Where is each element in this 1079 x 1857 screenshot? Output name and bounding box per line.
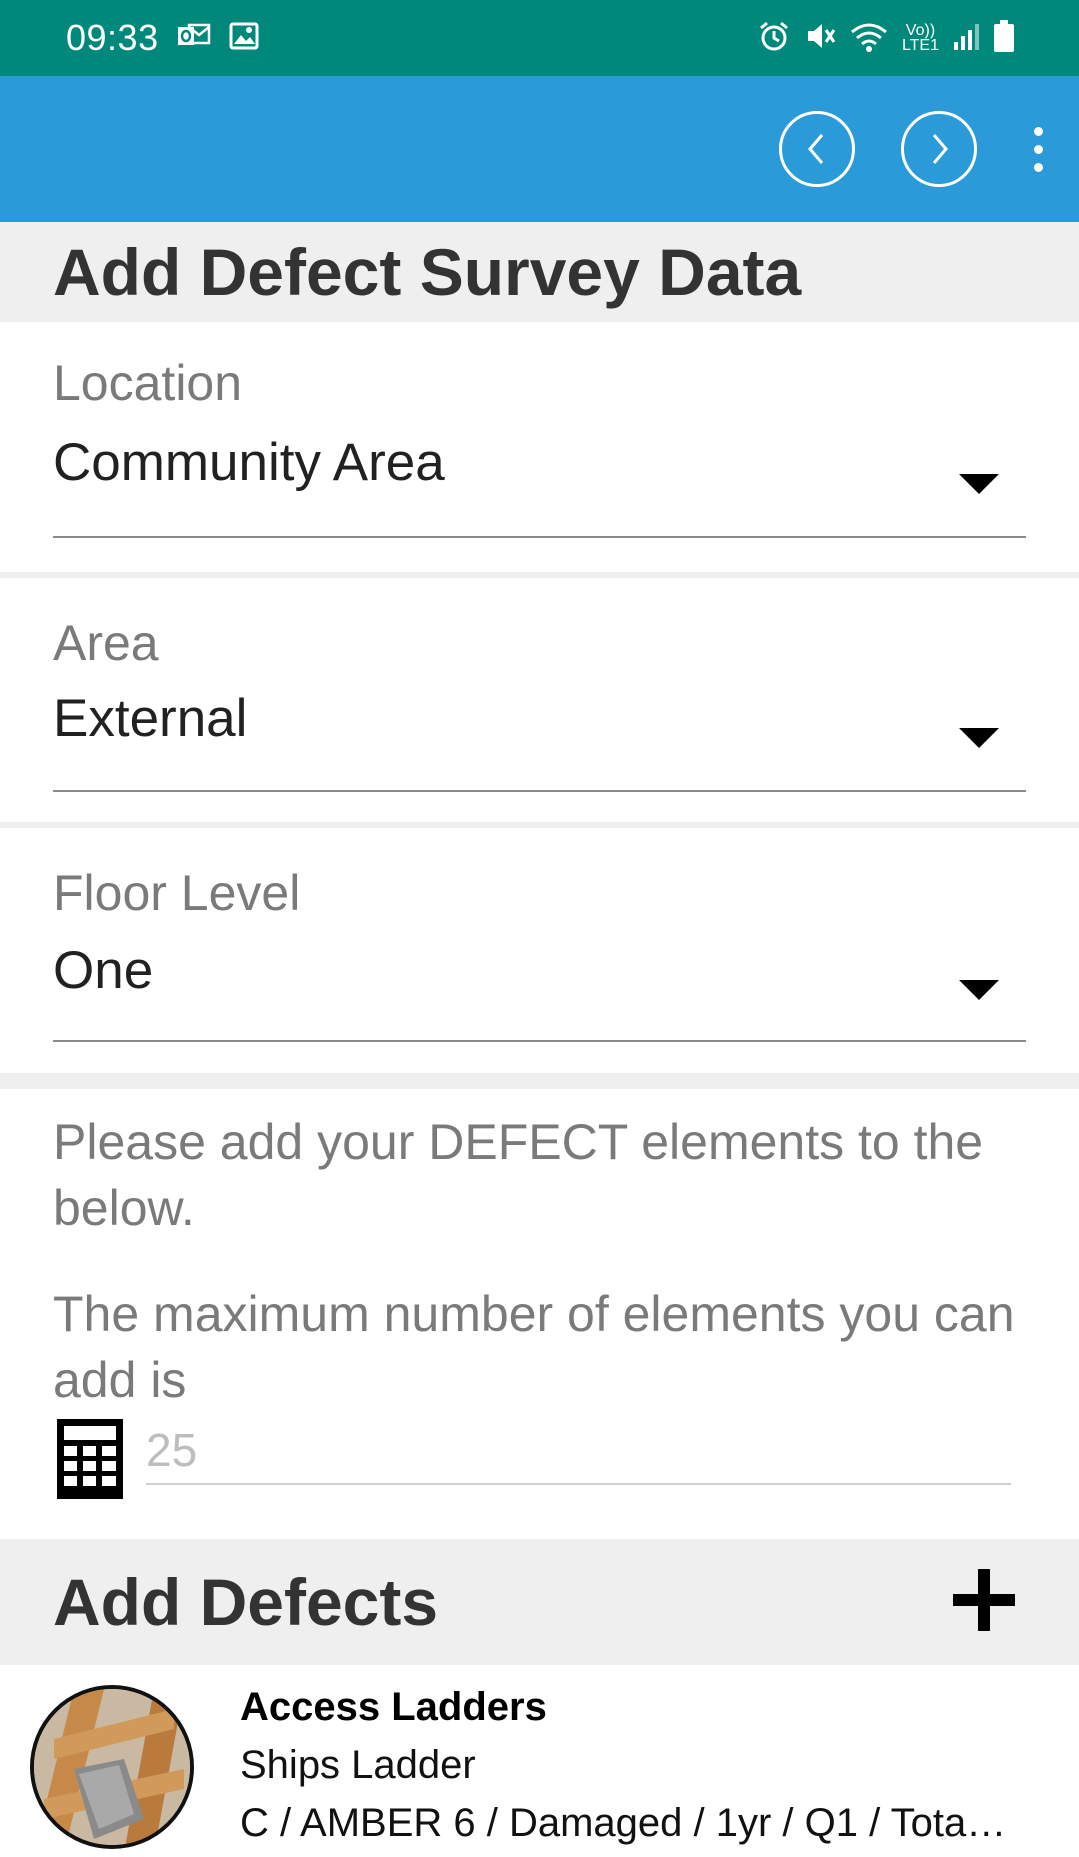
add-defects-title: Add Defects	[53, 1565, 439, 1639]
chevron-right-icon	[932, 134, 948, 164]
area-label: Area	[53, 615, 159, 671]
wifi-icon	[850, 20, 888, 57]
location-label: Location	[53, 355, 243, 411]
dropdown-arrow-icon[interactable]	[959, 728, 999, 748]
instruction-text: Please add your DEFECT elements to the b…	[53, 1114, 984, 1236]
floor-level-underline	[53, 1040, 1026, 1042]
calculator-icon	[57, 1419, 123, 1504]
mute-icon	[804, 20, 836, 57]
defect-thumbnail	[30, 1685, 194, 1849]
area-dropdown[interactable]: Area External	[0, 578, 1079, 822]
list-item[interactable]: Access Ladders Ships Ladder C / AMBER 6 …	[0, 1665, 1079, 1857]
volte-icon: Vo)) LTE1	[901, 22, 939, 54]
signal-icon	[953, 22, 979, 55]
defect-subtitle: Ships Ladder	[240, 1743, 476, 1787]
max-elements-input[interactable]	[146, 1417, 1011, 1485]
max-elements-label: The maximum number of elements you can a…	[53, 1286, 1015, 1408]
battery-icon	[993, 19, 1015, 57]
dropdown-arrow-icon[interactable]	[959, 980, 999, 1000]
previous-button[interactable]	[779, 111, 855, 187]
volte-label: Vo))	[905, 22, 936, 39]
defect-title: Access Ladders	[240, 1685, 547, 1729]
more-vert-icon	[1033, 126, 1043, 136]
outlook-notification-icon	[177, 22, 211, 55]
dropdown-arrow-icon[interactable]	[959, 474, 999, 494]
location-underline	[53, 536, 1026, 538]
alarm-icon	[758, 20, 790, 57]
next-button[interactable]	[901, 111, 977, 187]
page-title: Add Defect Survey Data	[53, 235, 802, 309]
status-bar: 09:33 Vo)) LTE1	[0, 0, 1079, 76]
defect-detail: C / AMBER 6 / Damaged / 1yr / Q1 / Tota…	[240, 1801, 1007, 1845]
floor-level-label: Floor Level	[53, 865, 301, 921]
location-value[interactable]: Community Area	[53, 432, 445, 493]
status-time: 09:33	[66, 17, 159, 58]
floor-level-value[interactable]: One	[53, 940, 153, 1001]
page-title-bar: Add Defect Survey Data	[0, 222, 1079, 322]
area-underline	[53, 790, 1026, 792]
location-dropdown[interactable]: Location Community Area	[0, 322, 1079, 572]
plus-icon[interactable]	[951, 1567, 1017, 1638]
area-value[interactable]: External	[53, 688, 247, 749]
divider	[0, 1073, 1079, 1089]
add-defects-header: Add Defects	[0, 1539, 1079, 1665]
chevron-left-icon	[808, 134, 824, 164]
floor-level-dropdown[interactable]: Floor Level One	[0, 828, 1079, 1073]
max-elements-row	[0, 1413, 1079, 1503]
more-options-button[interactable]	[1023, 119, 1053, 179]
app-bar	[0, 76, 1079, 222]
gallery-notification-icon	[229, 22, 259, 55]
lte-label: LTE1	[901, 37, 939, 54]
